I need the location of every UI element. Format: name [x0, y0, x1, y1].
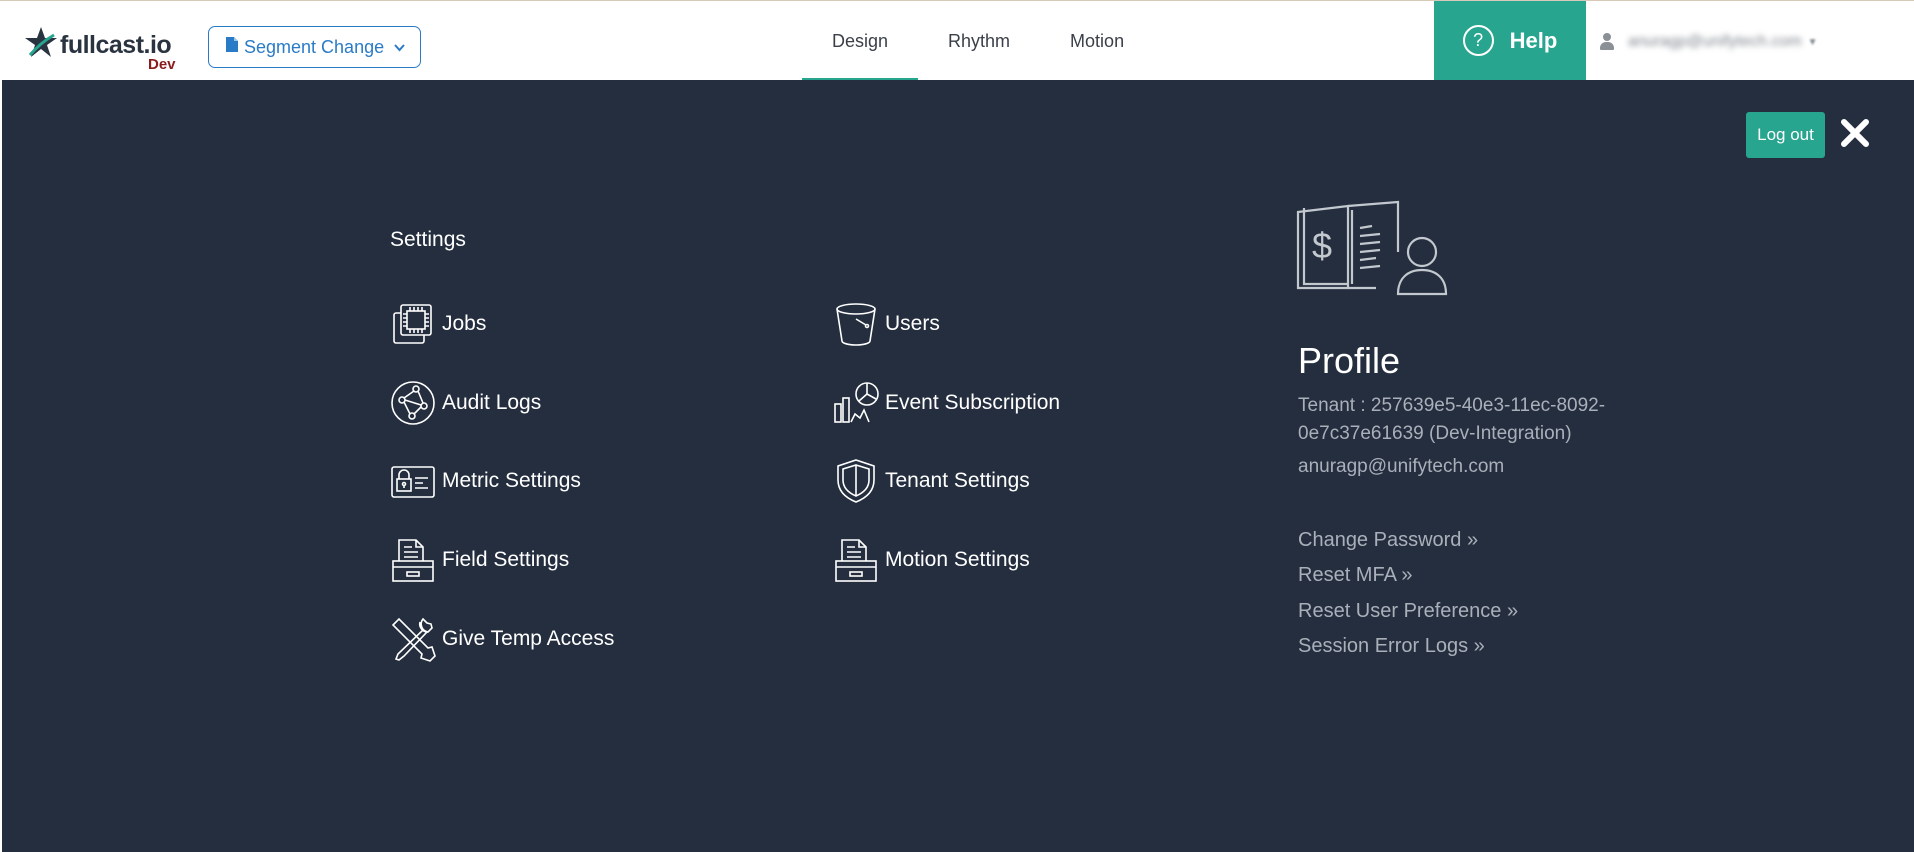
tab-design[interactable]: Design — [802, 1, 919, 81]
star-logo-icon — [25, 27, 57, 57]
caret-down-icon: ▼ — [1807, 36, 1818, 48]
file-drawer-icon — [833, 537, 879, 583]
document-icon — [225, 36, 239, 58]
environment-label: Dev — [148, 56, 176, 73]
bucket-icon — [833, 301, 879, 347]
svg-text:$: $ — [1312, 225, 1332, 266]
analytics-icon — [833, 380, 879, 426]
id-card-lock-icon — [390, 458, 436, 504]
settings-item-label: Jobs — [442, 312, 487, 335]
user-email: anuragp@unifytech.com — [1628, 33, 1802, 50]
close-icon[interactable] — [1838, 116, 1872, 150]
settings-item-motion-settings[interactable]: Motion Settings — [833, 535, 1030, 585]
settings-item-label: Metric Settings — [442, 469, 581, 492]
tenant-info: Tenant : 257639e5-40e3-11ec-8092-0e7c37e… — [1298, 395, 1606, 444]
settings-item-give-temp-access[interactable]: Give Temp Access — [390, 614, 614, 664]
settings-item-users[interactable]: Users — [833, 299, 940, 349]
reset-mfa-link[interactable]: Reset MFA » — [1298, 564, 1413, 587]
settings-item-label: Field Settings — [442, 548, 570, 571]
settings-item-jobs[interactable]: Jobs — [390, 299, 486, 349]
settings-item-label: Give Temp Access — [442, 627, 615, 650]
settings-title: Settings — [390, 228, 466, 251]
tab-motion[interactable]: Motion — [1040, 1, 1154, 81]
settings-item-audit-logs[interactable]: Audit Logs — [390, 378, 541, 428]
settings-item-label: Users — [885, 312, 940, 335]
settings-item-label: Motion Settings — [885, 548, 1030, 571]
reset-user-preference-link[interactable]: Reset User Preference » — [1298, 600, 1518, 623]
session-error-logs-link[interactable]: Session Error Logs » — [1298, 635, 1485, 658]
profile-title: Profile — [1298, 340, 1401, 381]
question-circle-icon: ? — [1462, 25, 1494, 56]
chevron-down-icon — [394, 40, 405, 55]
user-icon — [1600, 33, 1614, 51]
file-drawer-icon — [390, 537, 436, 583]
logout-button[interactable]: Log out — [1746, 112, 1825, 158]
tools-icon — [390, 616, 436, 662]
tab-rhythm[interactable]: Rhythm — [918, 1, 1040, 81]
help-label: Help — [1509, 27, 1558, 53]
shield-icon — [833, 458, 879, 504]
settings-item-tenant-settings[interactable]: Tenant Settings — [833, 456, 1030, 506]
settings-item-label: Tenant Settings — [885, 469, 1030, 492]
cpu-chip-icon — [390, 301, 436, 347]
segment-change-label: Segment Change — [244, 36, 385, 57]
user-menu[interactable]: anuragp@unifytech.com ▼ — [1600, 27, 1900, 57]
top-header: fullcast.io Dev Segment Change Design Rh… — [0, 0, 1914, 81]
main-tabs: Design Rhythm Motion — [802, 1, 1154, 81]
settings-item-field-settings[interactable]: Field Settings — [390, 535, 569, 585]
help-button[interactable]: ? Help — [1434, 1, 1586, 80]
network-circle-icon — [390, 380, 436, 426]
segment-change-button[interactable]: Segment Change — [208, 26, 421, 68]
change-password-link[interactable]: Change Password » — [1298, 529, 1478, 552]
settings-item-label: Audit Logs — [442, 391, 542, 414]
settings-item-label: Event Subscription — [885, 391, 1061, 414]
fullcast-logo[interactable]: fullcast.io Dev — [24, 23, 184, 75]
profile-billing-icon: $ — [1296, 200, 1452, 301]
profile-email: anuragp@unifytech.com — [1298, 456, 1505, 477]
settings-item-metric-settings[interactable]: Metric Settings — [390, 456, 581, 506]
settings-item-event-subscription[interactable]: Event Subscription — [833, 378, 1060, 428]
